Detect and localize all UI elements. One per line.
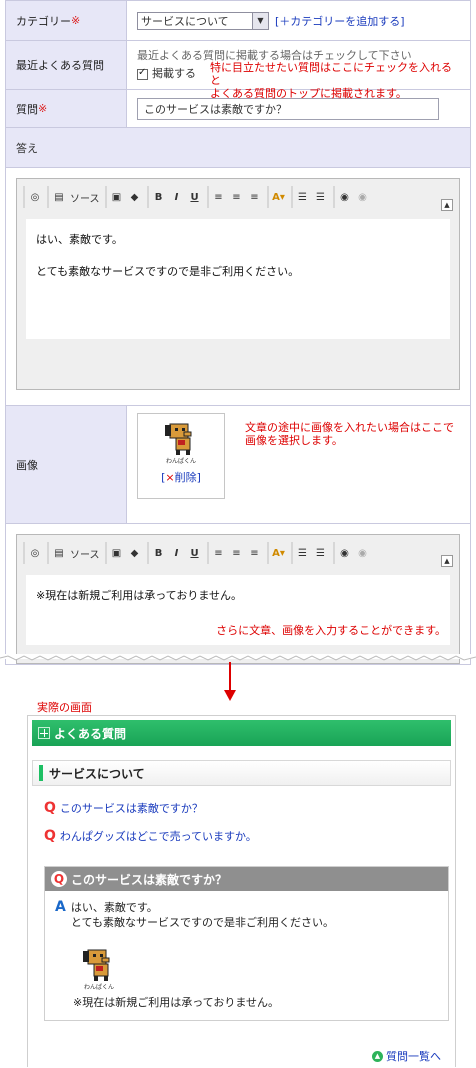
bullet-list-icon[interactable]: ☰ (314, 189, 328, 205)
answer-editor-wrap: ◎ ▤ ソース ▣ ◆ BIU ≡ ≡ ≡ A▾ ☰ ☰ ◉ ◉ ▲ はい、素敵… (6, 168, 470, 406)
plus-icon (38, 727, 50, 739)
q-mark-icon: Q (44, 828, 56, 844)
second-editor-wrap: ◎ ▤ ソース ▣ ◆ BIU ≡ ≡ ≡ A▾ ☰ ☰ ◉ ◉ ▲ ※現在は新… (6, 524, 470, 664)
editor-toolbar: ◎ ▤ ソース ▣ ◆ BIU ≡ ≡ ≡ A▾ ☰ ☰ ◉ ◉ ▲ (17, 535, 459, 571)
list-item: Q このサービスは素敵ですか？ (44, 800, 455, 816)
align-left-icon[interactable]: ≡ (212, 545, 226, 561)
select-all-icon[interactable]: ▣ (110, 189, 124, 205)
answer-label: 答え (16, 141, 38, 155)
question-list: Q このサービスは素敵ですか？ Q わんぱグッズはどこで売っていますか。 (28, 786, 455, 844)
answer-box-body: A はい、素敵です。 とても素敵なサービスですので是非ご利用ください。 わんぱく… (45, 891, 448, 1020)
source-icon[interactable]: ▤ (52, 545, 66, 561)
text-color-icon[interactable]: A▾ (272, 545, 286, 561)
align-right-icon[interactable]: ≡ (248, 189, 262, 205)
image-row: 画像 わんぱくん [×削除] 文章の途中に画像を入れたい場合はここで 画像を選択… (6, 406, 470, 524)
align-left-icon[interactable]: ≡ (212, 189, 226, 205)
source-button[interactable]: ソース (70, 545, 100, 561)
image-annotation: 文章の途中に画像を入れたい場合はここで 画像を選択します。 (245, 421, 454, 447)
source-button[interactable]: ソース (70, 189, 100, 205)
ordered-list-icon[interactable]: ☰ (296, 189, 310, 205)
answer-row: 答え (6, 128, 470, 168)
link-icon[interactable]: ◉ (338, 545, 352, 561)
select-all-icon[interactable]: ▣ (110, 545, 124, 561)
recent-row: 最近よくある質問 最近よくある質問に掲載する場合はチェックして下さい 掲載する … (6, 41, 470, 100)
delete-image-link[interactable]: [×削除] (161, 469, 201, 485)
eraser-icon[interactable]: ◆ (128, 189, 142, 205)
align-right-icon[interactable]: ≡ (248, 545, 262, 561)
back-to-list-link[interactable]: ▲ 質問一覧へ (372, 1048, 441, 1064)
category-label: カテゴリー ※ (6, 1, 127, 40)
category-select[interactable]: サービスについて ▼ (137, 11, 269, 30)
collapse-toolbar-icon[interactable]: ▲ (441, 555, 453, 567)
answer-box-header: Q このサービスは素敵ですか？ (45, 867, 448, 891)
down-arrow-icon (224, 662, 236, 701)
chevron-down-icon[interactable]: ▼ (252, 12, 268, 29)
section-marker (39, 765, 43, 781)
link-icon[interactable]: ◉ (338, 189, 352, 205)
editor-toolbar: ◎ ▤ ソース ▣ ◆ BIU ≡ ≡ ≡ A▾ ☰ ☰ ◉ ◉ ▲ (17, 179, 459, 215)
bullet-list-icon[interactable]: ☰ (314, 545, 328, 561)
question-link[interactable]: このサービスは素敵ですか？ (60, 800, 203, 816)
a-mark-icon: A (55, 899, 66, 915)
underline-icon[interactable]: U (188, 189, 202, 205)
category-row: カテゴリー ※ サービスについて ▼ [＋カテゴリーを追加する] (6, 1, 470, 41)
answer-edit-area[interactable]: はい、素敵です。 とても素敵なサービスですので是非ご利用ください。 (26, 219, 450, 339)
underline-icon[interactable]: U (188, 545, 202, 561)
q-circle-icon: Q (51, 871, 67, 887)
italic-icon[interactable]: I (170, 189, 184, 205)
dog-mascot-image (165, 423, 192, 455)
recent-label: 最近よくある質問 (6, 41, 127, 89)
question-input[interactable]: このサービスは素敵ですか？ (137, 97, 439, 120)
answer-editor: ◎ ▤ ソース ▣ ◆ BIU ≡ ≡ ≡ A▾ ☰ ☰ ◉ ◉ ▲ はい、素敵… (16, 178, 460, 390)
italic-icon[interactable]: I (170, 545, 184, 561)
second-edit-area[interactable]: ※現在は新規ご利用は承っておりません。 さらに文章、画像を入力することができます… (26, 575, 450, 645)
eraser-icon[interactable]: ◆ (128, 545, 142, 561)
question-link[interactable]: わんぱグッズはどこで売っていますか。 (60, 828, 257, 844)
torn-edge-divider (0, 654, 476, 661)
align-center-icon[interactable]: ≡ (230, 189, 244, 205)
recent-annotation: 特に目立たせたい質問はここにチェックを入れると よくある質問のトップに掲載されま… (210, 61, 452, 100)
publish-checkbox-label: 掲載する (152, 67, 196, 80)
unlink-icon[interactable]: ◉ (356, 189, 370, 205)
faq-site-preview: よくある質問 サービスについて Q このサービスは素敵ですか？ Q わんぱグッズ… (27, 715, 456, 1067)
faq-admin-form: カテゴリー ※ サービスについて ▼ [＋カテゴリーを追加する] 最近よくある質問… (5, 0, 471, 665)
globe-icon[interactable]: ◎ (28, 189, 42, 205)
image-thumbnail[interactable]: わんぱくん [×削除] (137, 413, 225, 499)
publish-checkbox[interactable] (137, 67, 148, 80)
second-editor-annotation: さらに文章、画像を入力することができます。 (216, 624, 446, 637)
answer-image: わんぱくん (73, 948, 438, 991)
second-editor: ◎ ▤ ソース ▣ ◆ BIU ≡ ≡ ≡ A▾ ☰ ☰ ◉ ◉ ▲ ※現在は新… (16, 534, 460, 664)
section-header: サービスについて (32, 760, 451, 786)
faq-header: よくある質問 (32, 720, 451, 746)
required-mark: ※ (71, 14, 81, 27)
q-mark-icon: Q (44, 800, 56, 816)
image-label: 画像 (6, 406, 127, 523)
bold-icon[interactable]: B (152, 545, 166, 561)
ordered-list-icon[interactable]: ☰ (296, 545, 310, 561)
collapse-toolbar-icon[interactable]: ▲ (441, 199, 453, 211)
align-center-icon[interactable]: ≡ (230, 545, 244, 561)
list-item: Q わんぱグッズはどこで売っていますか。 (44, 828, 455, 844)
question-label: 質問 ※ (6, 90, 127, 127)
unlink-icon[interactable]: ◉ (356, 545, 370, 561)
up-arrow-icon: ▲ (372, 1050, 383, 1062)
actual-screen-label: 実際の画面 (37, 701, 92, 714)
answer-box: Q このサービスは素敵ですか？ A はい、素敵です。 とても素敵なサービスですの… (44, 866, 449, 1021)
bold-icon[interactable]: B (152, 189, 166, 205)
text-color-icon[interactable]: A▾ (272, 189, 286, 205)
required-mark: ※ (38, 102, 48, 115)
globe-icon[interactable]: ◎ (28, 545, 42, 561)
dog-mascot-image (83, 949, 110, 981)
add-category-link[interactable]: [＋カテゴリーを追加する] (275, 13, 405, 29)
source-icon[interactable]: ▤ (52, 189, 66, 205)
